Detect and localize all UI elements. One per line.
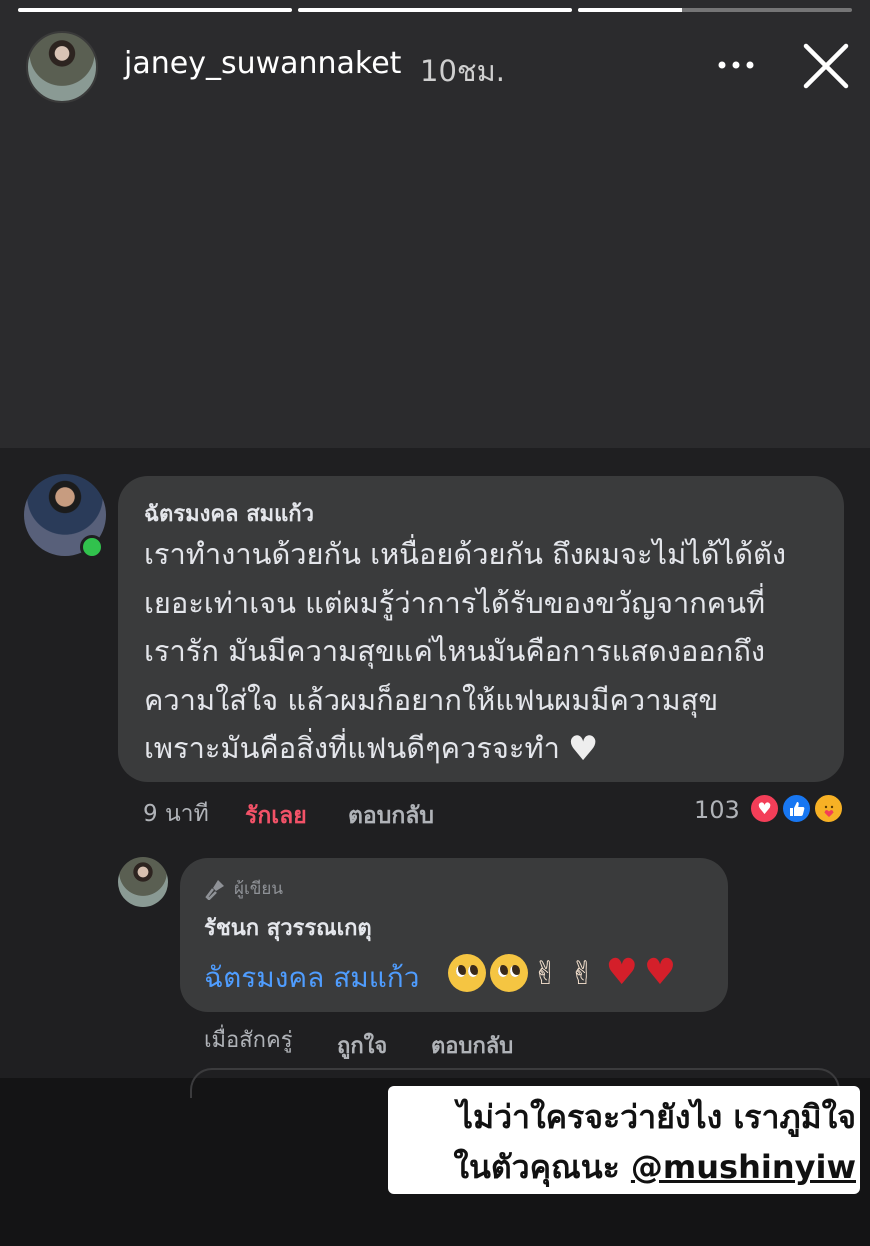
reply-author-name[interactable]: รัชนก สุวรรณเกตุ: [204, 910, 372, 945]
story-progress-fill-2: [298, 8, 572, 12]
like-reaction-icon: [781, 793, 812, 824]
story-progress-fill-1: [18, 8, 292, 12]
red-heart-icon: ♥: [643, 952, 681, 993]
author-badge: ผู้เขียน: [204, 875, 283, 902]
comment-text: เราทำงานด้วยกัน เหนื่อยด้วยกัน ถึงผมจะไม…: [144, 530, 834, 774]
story-progress-bar-1: [18, 8, 292, 12]
pleading-face-icon: [490, 953, 528, 992]
comment-text-content: เราทำงานด้วยกัน เหนื่อยด้วยกัน ถึงผมจะไม…: [144, 537, 787, 765]
reply-timestamp: เมื่อสักครู่: [204, 1028, 293, 1053]
more-options-icon[interactable]: [716, 50, 756, 80]
story-time-ago: 10ชม.: [420, 54, 505, 88]
caption-mention-handle[interactable]: @mushinyiw: [631, 1148, 856, 1186]
reaction-count[interactable]: 103: [694, 796, 740, 824]
story-progress-bar-3: [578, 8, 852, 12]
reply-author-avatar[interactable]: [118, 857, 168, 907]
victory-hand-icon: ✌: [532, 953, 563, 992]
white-heart-icon: ♥: [567, 729, 599, 769]
story-progress-fill-3: [578, 8, 683, 12]
reply-reply-button[interactable]: ตอบกลับ: [431, 1028, 513, 1063]
reply-mention-link[interactable]: ฉัตรมงคล สมแก้ว: [204, 956, 419, 1000]
comment-reply-button[interactable]: ตอบกลับ: [348, 798, 434, 834]
comment-author-name[interactable]: ฉัตรมงคล สมแก้ว: [144, 496, 314, 531]
online-status-dot: [80, 535, 104, 559]
red-heart-icon: ♥: [605, 952, 642, 993]
care-reaction-icon: [813, 793, 844, 824]
love-reaction-icon: ♥: [749, 793, 780, 824]
pleading-face-icon: [448, 953, 486, 992]
caption-text: ในตัวคุณนะ: [453, 1148, 631, 1186]
reply-like-button[interactable]: ถูกใจ: [337, 1028, 387, 1063]
story-progress-bar-2: [298, 8, 572, 12]
caption-line-1: ไม่ว่าใครจะว่ายังไง เราภูมิใจ: [456, 1098, 856, 1136]
reply-emojis: ✌ ✌ ♥♥: [448, 952, 682, 993]
victory-hand-icon: ✌: [568, 953, 600, 992]
comment-love-button[interactable]: รักเลย: [245, 798, 307, 834]
microphone-icon: [205, 879, 224, 900]
comment-timestamp: 9 นาที: [143, 801, 209, 827]
caption-line-2: ในตัวคุณนะ @mushinyiw: [404, 1142, 856, 1193]
author-badge-label: ผู้เขียน: [234, 879, 283, 899]
close-icon[interactable]: [800, 40, 852, 92]
story-user-avatar[interactable]: [26, 31, 98, 103]
story-username[interactable]: janey_suwannaket: [124, 46, 401, 81]
